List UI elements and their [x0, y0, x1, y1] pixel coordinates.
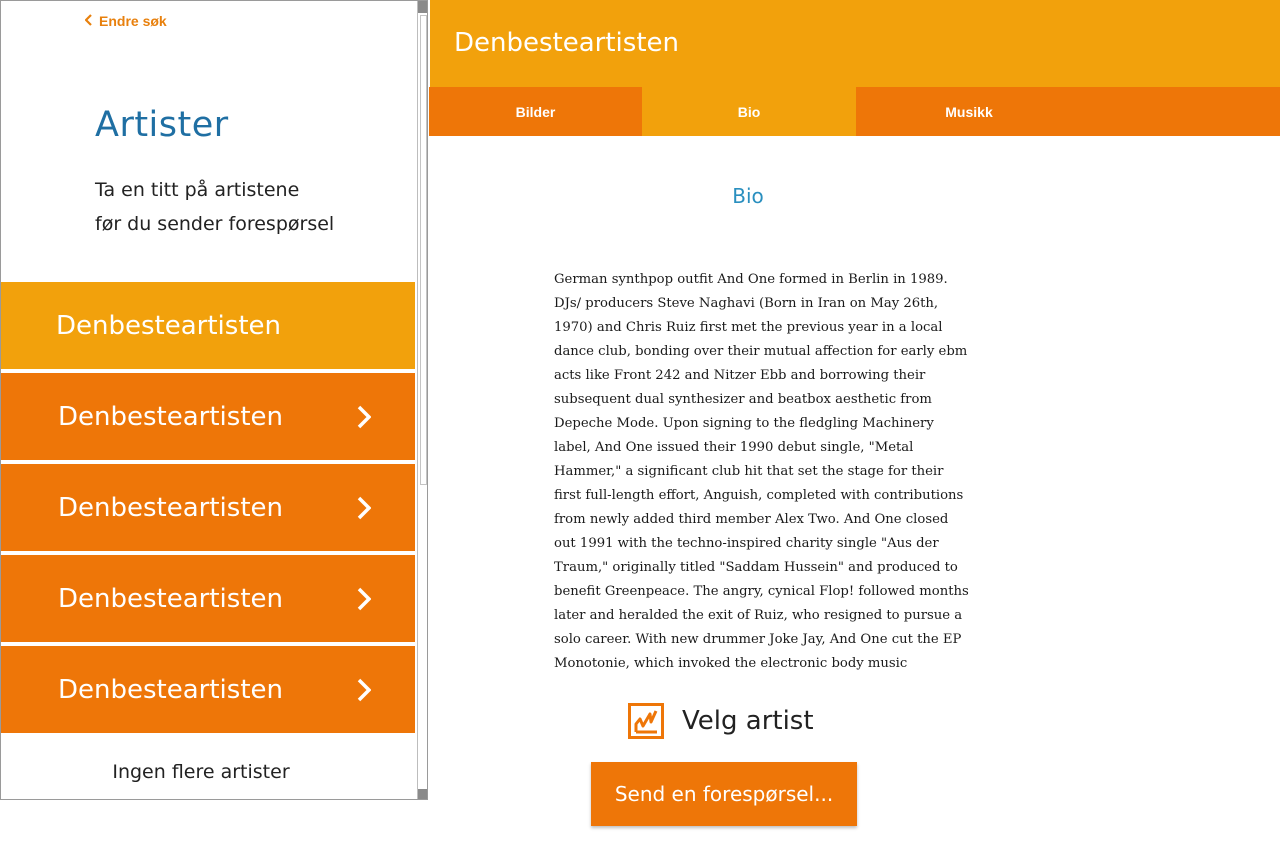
- chevron-right-icon: [357, 496, 371, 520]
- select-artist-toggle[interactable]: Velg artist: [628, 703, 814, 739]
- chart-squiggle-icon: [634, 710, 658, 734]
- select-artist-label: Velg artist: [682, 706, 814, 736]
- chevron-right-icon: [357, 405, 371, 429]
- back-link[interactable]: Endre søk: [84, 13, 167, 29]
- tab-bio[interactable]: Bio: [642, 87, 856, 136]
- back-link-label: Endre søk: [99, 13, 167, 29]
- artist-item[interactable]: Denbesteartisten: [1, 464, 415, 551]
- artist-name: Denbesteartisten: [58, 674, 283, 705]
- scroll-down-button[interactable]: [418, 789, 427, 799]
- artist-header: Denbesteartisten: [430, 0, 1280, 87]
- scrollbar[interactable]: [417, 1, 427, 799]
- select-artist-checkbox[interactable]: [628, 703, 664, 739]
- tab-bilder[interactable]: Bilder: [429, 87, 642, 136]
- artist-item[interactable]: Denbesteartisten: [1, 646, 415, 733]
- tab-musikk[interactable]: Musikk: [856, 87, 1082, 136]
- bio-text: German synthpop outfit And One formed in…: [554, 272, 969, 671]
- artist-list: Denbesteartisten Denbesteartisten Denbes…: [1, 282, 415, 733]
- artist-header-title: Denbesteartisten: [454, 28, 679, 58]
- tab-bar: Bilder Bio Musikk: [429, 87, 1280, 136]
- artist-name: Denbesteartisten: [58, 492, 283, 523]
- scrollbar-thumb[interactable]: [420, 15, 427, 485]
- send-request-button[interactable]: Send en forespørsel...: [591, 762, 857, 826]
- bio-heading: Bio: [732, 184, 764, 208]
- artist-name: Denbesteartisten: [56, 310, 281, 341]
- artist-item[interactable]: Denbesteartisten: [1, 555, 415, 642]
- no-more-artists-text: Ingen flere artister: [112, 761, 290, 783]
- artist-name: Denbesteartisten: [58, 583, 283, 614]
- artist-item-active[interactable]: Denbesteartisten: [1, 282, 415, 369]
- panel-description: Ta en titt på artistene før du sender fo…: [95, 173, 395, 241]
- description-line: før du sender forespørsel: [95, 213, 335, 235]
- artist-item[interactable]: Denbesteartisten: [1, 373, 415, 460]
- description-line: Ta en titt på artistene: [95, 179, 300, 201]
- artist-name: Denbesteartisten: [58, 401, 283, 432]
- chevron-right-icon: [357, 678, 371, 702]
- chevron-right-icon: [357, 587, 371, 611]
- artist-list-panel: Endre søk Artister Ta en titt på artiste…: [0, 0, 428, 800]
- chevron-left-icon: [84, 13, 93, 29]
- panel-title: Artister: [95, 105, 229, 145]
- scroll-up-button[interactable]: [418, 1, 427, 13]
